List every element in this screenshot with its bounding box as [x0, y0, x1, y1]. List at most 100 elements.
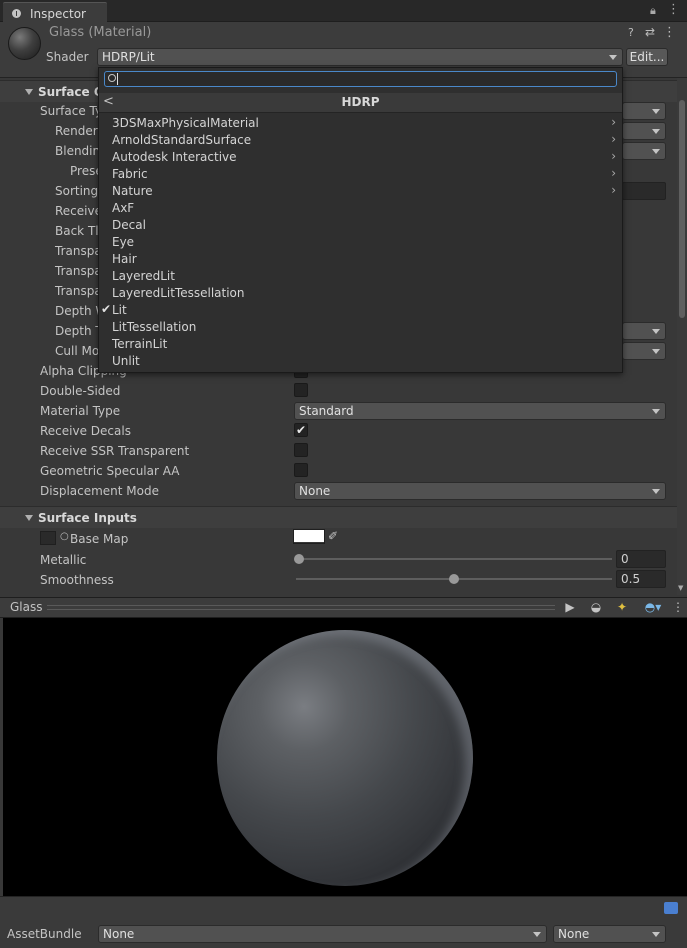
foldout-arrow-icon — [25, 515, 33, 521]
shader-dropdown[interactable]: HDRP/Lit — [97, 48, 623, 66]
blending-mode-dropdown[interactable] — [622, 142, 666, 160]
rendering-pass-dropdown[interactable] — [622, 122, 666, 140]
depth-test-dropdown[interactable] — [622, 322, 666, 340]
material-type-dropdown[interactable]: Standard — [294, 402, 666, 420]
object-picker-icon[interactable]: ○ — [60, 531, 69, 542]
surface-options-title: Surface O — [38, 85, 105, 99]
displacement-mode-label: Displacement Mode — [40, 484, 160, 498]
shader-menu-item-label: ArnoldStandardSurface — [112, 133, 252, 147]
shader-menu-item[interactable]: Hair — [99, 251, 622, 268]
play-icon[interactable]: ▶ — [560, 598, 580, 616]
shader-menu-item[interactable]: Autodesk Interactive › — [99, 149, 622, 166]
asset-bundle-variant-value: None — [558, 927, 590, 941]
shader-menu-item-label: Autodesk Interactive — [112, 150, 237, 164]
chevron-down-icon — [652, 129, 660, 134]
receive-decals-checkbox[interactable]: ✔ — [294, 423, 308, 437]
mesh-sphere-icon[interactable]: ◒ — [586, 598, 606, 616]
shader-menu-item[interactable]: LayeredLit — [99, 268, 622, 285]
sorting-priority-field[interactable] — [622, 182, 666, 200]
preview-title: Glass — [10, 600, 43, 614]
shader-menu-item-label: AxF — [112, 201, 135, 215]
checkmark-icon: ✔ — [101, 302, 112, 316]
asset-bundle-dropdown[interactable]: None — [98, 925, 547, 943]
rendering-pass-label: Renderi — [55, 124, 102, 138]
material-type-value: Standard — [299, 404, 354, 418]
tab-inspector-label: Inspector — [30, 7, 86, 21]
material-type-label: Material Type — [40, 404, 121, 418]
shader-menu-item-label: Decal — [112, 218, 146, 232]
preview-sphere-rim — [217, 630, 473, 886]
scrollbar-thumb[interactable] — [679, 100, 685, 318]
receive-ssr-checkbox[interactable] — [294, 443, 308, 457]
tab-inspector[interactable]: Inspector — [3, 2, 107, 22]
shader-menu-item[interactable]: Nature › — [99, 183, 622, 200]
surface-type-dropdown[interactable] — [622, 102, 666, 120]
metallic-slider-track[interactable] — [296, 558, 612, 560]
smoothness-slider-thumb[interactable] — [449, 574, 459, 584]
surface-inputs-header[interactable]: Surface Inputs — [0, 506, 677, 528]
depth-test-label: Depth T — [55, 324, 103, 338]
metallic-field[interactable]: 0 — [616, 550, 666, 568]
asset-bundle-value: None — [103, 927, 135, 941]
chevron-down-icon — [652, 489, 660, 494]
smoothness-field[interactable]: 0.5 — [616, 570, 666, 588]
base-map-slot[interactable] — [40, 531, 56, 545]
shader-menu-item[interactable]: Decal — [99, 217, 622, 234]
shader-menu-item-label: Fabric — [112, 167, 148, 181]
label-tag-icon[interactable] — [664, 902, 678, 914]
material-title: Glass (Material) — [49, 25, 152, 40]
more-icon[interactable]: ⋮ — [663, 25, 676, 40]
preview-more-icon[interactable]: ⋮ — [672, 598, 684, 616]
background-sphere-icon[interactable]: ◓▾ — [638, 598, 668, 616]
text-cursor — [117, 73, 118, 85]
edit-shader-button[interactable]: Edit... — [626, 48, 668, 66]
shader-menu-item[interactable]: TerrainLit — [99, 336, 622, 353]
lock-icon[interactable]: 🔒︎ — [650, 4, 656, 18]
preview-resize-grip[interactable] — [47, 605, 555, 610]
light-icon[interactable]: ✦ — [612, 598, 632, 616]
shader-menu-item[interactable]: LayeredLitTessellation — [99, 285, 622, 302]
shader-menu-item[interactable]: Eye — [99, 234, 622, 251]
shader-menu-item-label: Unlit — [112, 354, 140, 368]
foldout-arrow-icon — [25, 89, 33, 95]
shader-menu-item[interactable]: Fabric › — [99, 166, 622, 183]
shader-menu-item[interactable]: AxF — [99, 200, 622, 217]
surface-type-label: Surface Ty — [40, 104, 103, 118]
shader-menu-item[interactable]: ✔ Lit — [99, 302, 622, 319]
popup-title: HDRP — [341, 95, 380, 109]
smoothness-label: Smoothness — [40, 573, 114, 587]
chevron-down-icon — [652, 932, 660, 937]
shader-menu-item[interactable]: Unlit — [99, 353, 622, 370]
preset-icon[interactable]: ⇄ — [645, 25, 655, 39]
metallic-slider-thumb[interactable] — [294, 554, 304, 564]
eyedropper-icon[interactable]: ✐ — [328, 529, 338, 543]
chevron-down-icon — [652, 149, 660, 154]
help-icon[interactable]: ? — [628, 26, 634, 39]
asset-bundle-variant-dropdown[interactable]: None — [553, 925, 666, 943]
shader-menu-item[interactable]: LitTessellation — [99, 319, 622, 336]
window-menu-icon[interactable]: ⋮ — [667, 2, 680, 17]
shader-menu-item-label: Hair — [112, 252, 137, 266]
scroll-down-icon[interactable]: ▼ — [678, 584, 683, 592]
shader-menu-item-label: LayeredLitTessellation — [112, 286, 245, 300]
geometric-aa-checkbox[interactable] — [294, 463, 308, 477]
double-sided-label: Double-Sided — [40, 384, 121, 398]
shader-dropdown-value: HDRP/Lit — [102, 50, 155, 64]
submenu-arrow-icon: › — [611, 115, 616, 129]
cull-mode-dropdown[interactable] — [622, 342, 666, 360]
shader-menu-item[interactable]: 3DSMaxPhysicalMaterial › — [99, 115, 622, 132]
displacement-mode-dropdown[interactable]: None — [294, 482, 666, 500]
footer-toolbar — [0, 896, 687, 920]
submenu-arrow-icon: › — [611, 183, 616, 197]
shader-label: Shader — [46, 50, 89, 64]
shader-menu-item-label: Eye — [112, 235, 135, 249]
shader-search-input[interactable] — [104, 71, 617, 87]
displacement-mode-value: None — [299, 484, 331, 498]
blending-mode-label: Blendin — [55, 144, 101, 158]
material-thumbnail — [8, 27, 41, 60]
shader-menu-item[interactable]: ArnoldStandardSurface › — [99, 132, 622, 149]
base-map-color-swatch[interactable] — [293, 529, 325, 544]
metallic-label: Metallic — [40, 553, 87, 567]
double-sided-checkbox[interactable] — [294, 383, 308, 397]
chevron-down-icon — [652, 109, 660, 114]
